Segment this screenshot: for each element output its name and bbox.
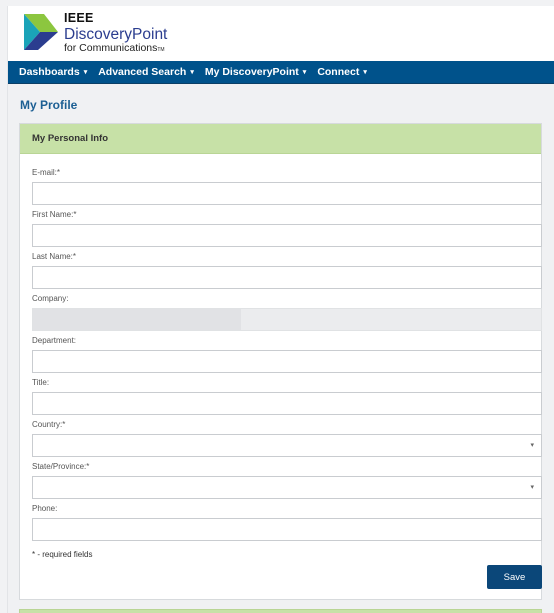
next-panel-header — [19, 609, 542, 613]
chevron-down-icon: ▾ — [530, 484, 534, 491]
first-name-input[interactable] — [32, 224, 542, 247]
nav-advanced-search-label: Advanced Search — [98, 66, 187, 78]
nav-my-discoverypoint[interactable]: My DiscoveryPoint ▾ — [205, 66, 306, 78]
nav-dashboards-label: Dashboards — [19, 66, 80, 78]
department-label: Department: — [32, 336, 77, 345]
state-select[interactable]: ▾ — [32, 476, 542, 499]
brand-product: DiscoveryPoint — [64, 25, 168, 43]
last-name-input[interactable] — [32, 266, 542, 289]
company-field-group: Company: — [32, 293, 542, 331]
last-name-label: Last Name:* — [32, 252, 77, 261]
first-name-label: First Name:* — [32, 210, 77, 219]
chevron-down-icon: ▾ — [190, 69, 194, 76]
chevron-down-icon: ▾ — [302, 69, 307, 76]
nav-connect[interactable]: Connect ▾ — [317, 66, 367, 78]
company-input — [32, 308, 542, 331]
site-header: IEEE DiscoveryPoint for CommunicationsTM — [8, 6, 554, 61]
state-field-group: State/Province:* ▾ — [32, 461, 542, 499]
required-fields-note: * - required fields — [32, 550, 93, 559]
page: IEEE DiscoveryPoint for CommunicationsTM… — [7, 6, 554, 613]
save-button[interactable]: Save — [487, 565, 542, 589]
country-select[interactable]: ▾ — [32, 434, 542, 457]
title-label: Title: — [32, 378, 50, 387]
brand-tm: TM — [157, 47, 165, 53]
email-field-group: E-mail:* — [32, 167, 542, 205]
chevron-down-icon: ▾ — [83, 69, 88, 76]
state-label: State/Province:* — [32, 462, 90, 471]
department-field-group: Department: — [32, 335, 542, 373]
nav-dashboards[interactable]: Dashboards ▾ — [19, 66, 87, 78]
country-field-group: Country:* ▾ — [32, 419, 542, 457]
title-field-group: Title: — [32, 377, 542, 415]
company-label: Company: — [32, 294, 69, 303]
company-value-placeholder — [33, 309, 241, 330]
phone-input[interactable] — [32, 518, 542, 541]
main-nav: Dashboards ▾ Advanced Search ▾ My Discov… — [8, 61, 554, 84]
nav-connect-label: Connect — [317, 66, 360, 78]
brand-text: IEEE DiscoveryPoint for CommunicationsTM — [64, 12, 167, 54]
personal-info-panel: My Personal Info E-mail:* First Name:* L… — [19, 123, 542, 600]
phone-label: Phone: — [32, 504, 58, 513]
page-title: My Profile — [20, 98, 78, 112]
panel-title: My Personal Info — [20, 124, 541, 154]
nav-my-discoverypoint-label: My DiscoveryPoint — [204, 66, 299, 78]
email-input[interactable] — [32, 182, 542, 205]
first-name-field-group: First Name:* — [32, 209, 542, 247]
phone-field-group: Phone: — [32, 503, 542, 541]
department-input[interactable] — [32, 350, 542, 373]
chevron-down-icon: ▾ — [363, 69, 367, 76]
brand-ieee: IEEE — [64, 11, 94, 25]
brand-tagline: for Communications — [64, 42, 158, 54]
ieee-discoverypoint-logo[interactable] — [24, 14, 58, 50]
chevron-down-icon: ▾ — [530, 442, 534, 449]
brand-tagline-wrap: for CommunicationsTM — [64, 43, 167, 54]
country-label: Country:* — [32, 420, 66, 429]
email-label: E-mail:* — [32, 168, 61, 177]
title-input[interactable] — [32, 392, 542, 415]
nav-advanced-search[interactable]: Advanced Search ▾ — [98, 66, 194, 78]
last-name-field-group: Last Name:* — [32, 251, 542, 289]
